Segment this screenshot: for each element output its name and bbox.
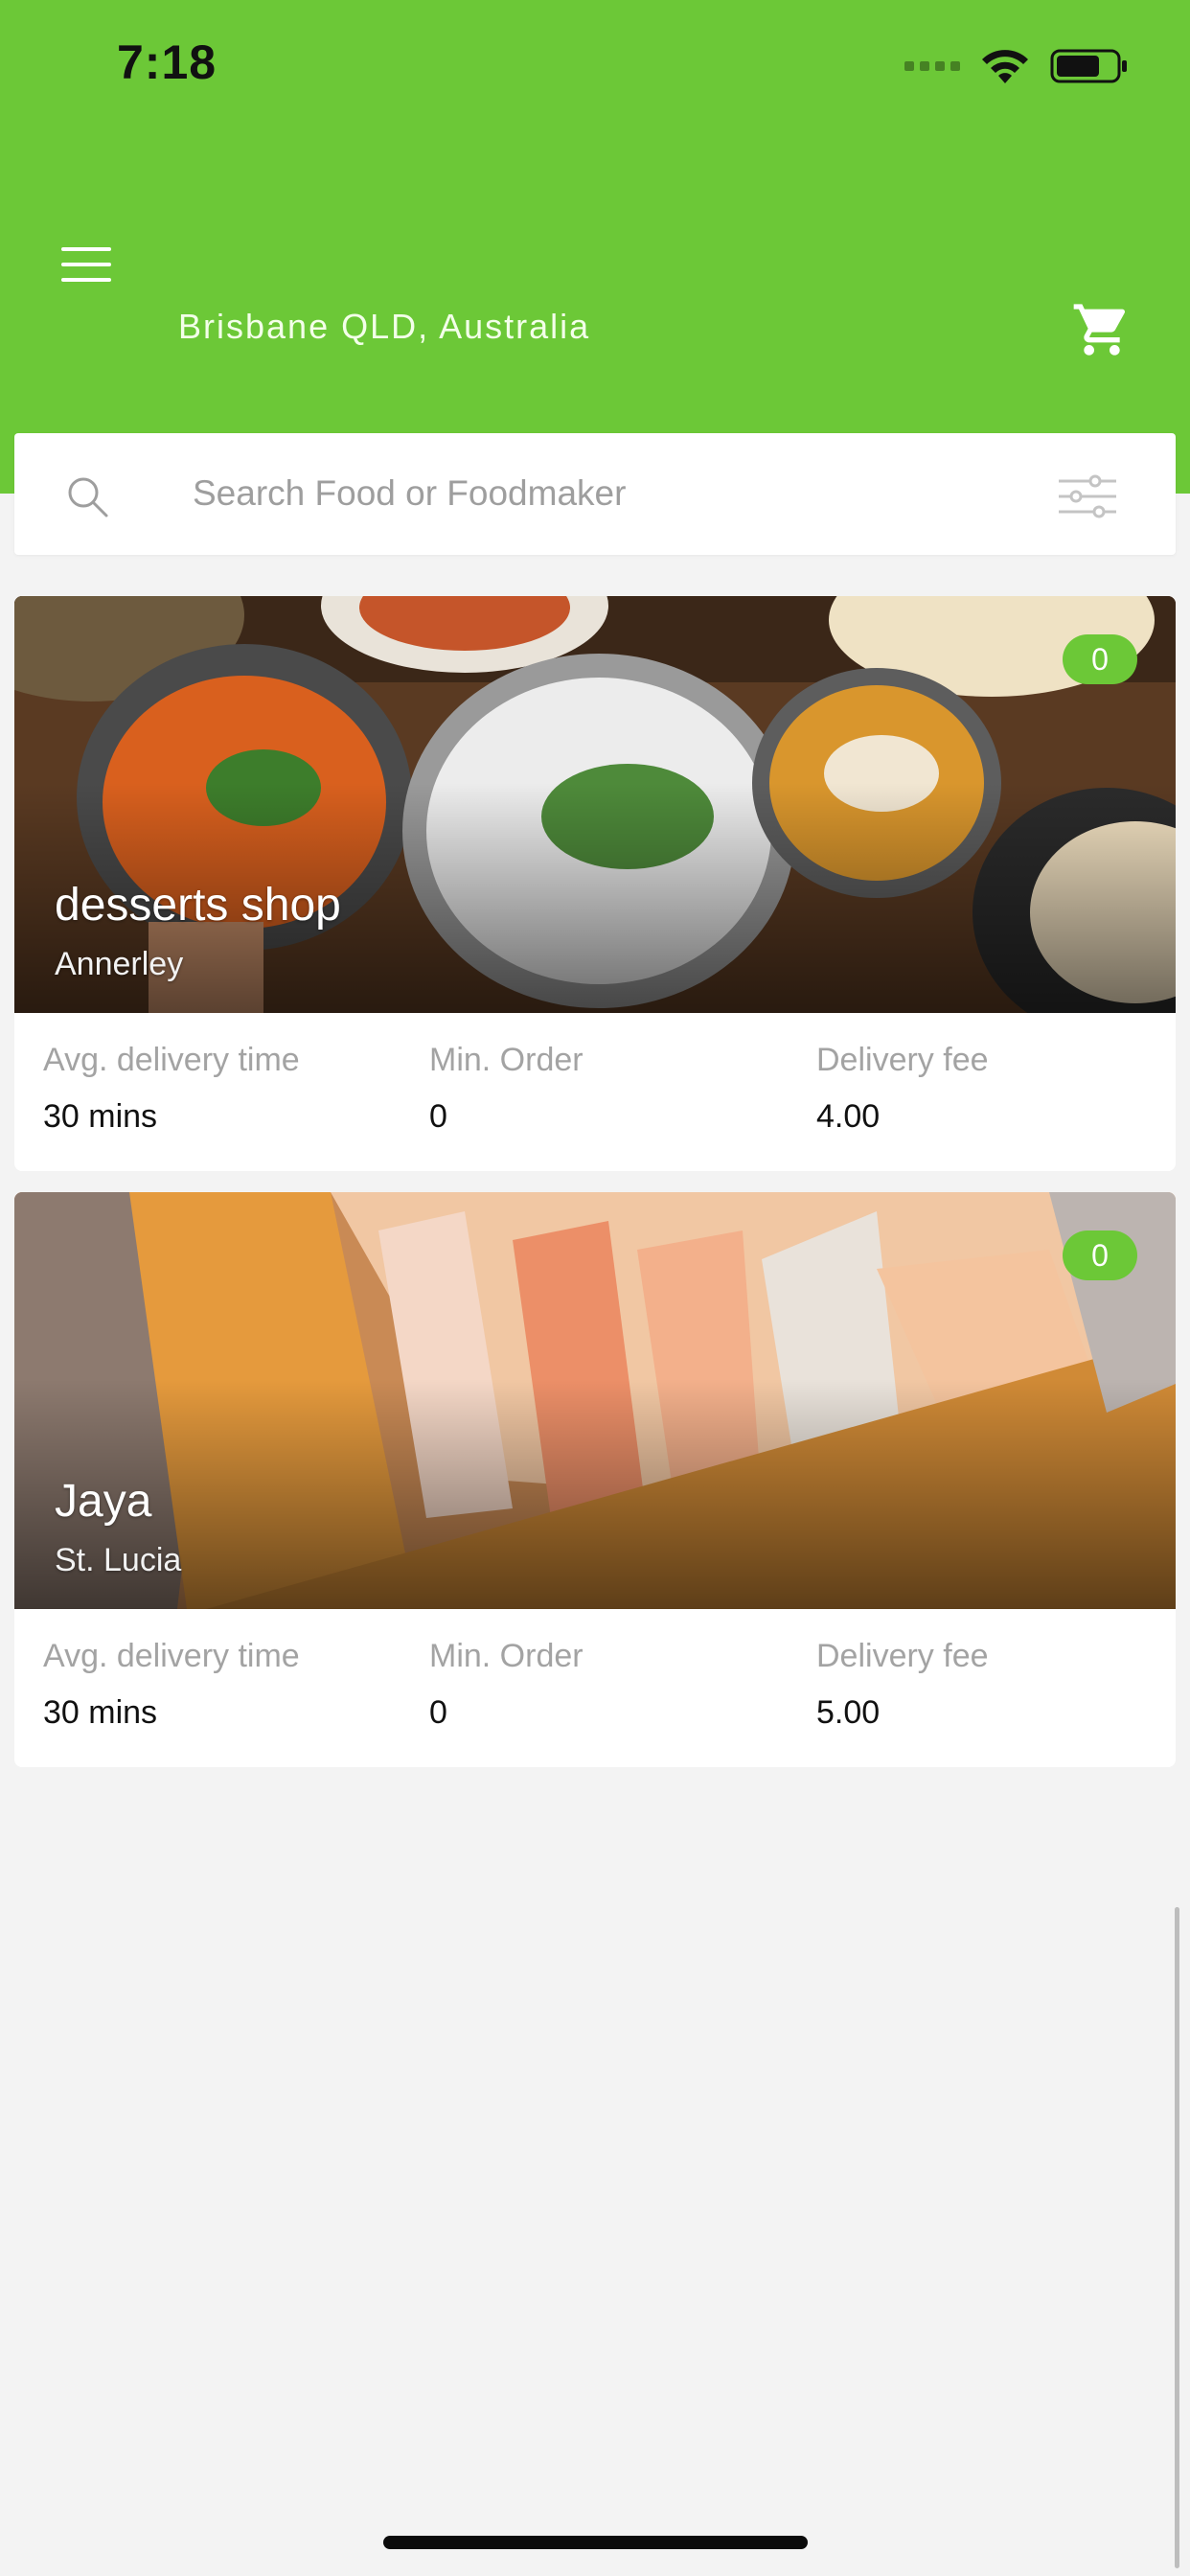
shop-suburb: St. Lucia [55,1542,182,1578]
avg-delivery: Avg. delivery time 30 mins [43,1042,300,1136]
battery-icon [1050,49,1127,83]
shop-card[interactable]: 0 desserts shop Annerley Avg. delivery t… [14,596,1176,1171]
avg-delivery-value: 30 mins [43,1098,158,1135]
cart-icon [1073,304,1126,356]
shop-image: 0 desserts shop Annerley [14,596,1176,1013]
min-order-label: Min. Order [429,1638,584,1674]
delivery-fee: Delivery fee 5.00 [816,1638,989,1732]
shop-card[interactable]: 0 Jaya St. Lucia Avg. delivery time 30 m… [14,1192,1176,1767]
shop-image: 0 Jaya St. Lucia [14,1192,1176,1609]
header: 7:18 Brisbane QLD, Australia [0,0,1190,494]
shop-name: Jaya [55,1476,152,1527]
delivery-fee: Delivery fee 4.00 [816,1042,989,1136]
wifi-icon [982,50,1028,83]
avg-delivery-label: Avg. delivery time [43,1638,300,1674]
avg-delivery: Avg. delivery time 30 mins [43,1638,300,1732]
shop-info: Avg. delivery time 30 mins Min. Order 0 … [14,1609,1176,1767]
screen: 7:18 Brisbane QLD, Australia Search Food… [0,0,1190,2576]
min-order-label: Min. Order [429,1042,584,1078]
delivery-fee-value: 4.00 [816,1098,881,1135]
avg-delivery-value: 30 mins [43,1694,158,1731]
delivery-fee-value: 5.00 [816,1694,881,1731]
search-input[interactable] [193,462,978,525]
search-icon [68,477,108,518]
shop-suburb: Annerley [55,946,184,982]
min-order-value: 0 [429,1694,447,1731]
min-order-value: 0 [429,1098,447,1135]
status-time: 7:18 [117,35,217,89]
cart-count-badge: 0 [1063,1230,1137,1280]
min-order: Min. Order 0 [429,1042,584,1136]
scrollbar[interactable] [1175,1907,1179,2568]
avg-delivery-label: Avg. delivery time [43,1042,300,1078]
filter-sliders-icon[interactable] [1057,468,1118,525]
location-label[interactable]: Brisbane QLD, Australia [178,307,590,347]
cart-button[interactable] [1071,299,1133,360]
search-bar [14,433,1176,555]
signal-icon [904,61,960,71]
min-order: Min. Order 0 [429,1638,584,1732]
shop-name: desserts shop [55,880,341,931]
status-icons [904,42,1129,90]
menu-button[interactable] [57,240,119,288]
delivery-fee-label: Delivery fee [816,1638,989,1674]
delivery-fee-label: Delivery fee [816,1042,989,1078]
cart-count-badge: 0 [1063,634,1137,684]
shop-info: Avg. delivery time 30 mins Min. Order 0 … [14,1013,1176,1171]
home-indicator[interactable] [383,2536,808,2549]
